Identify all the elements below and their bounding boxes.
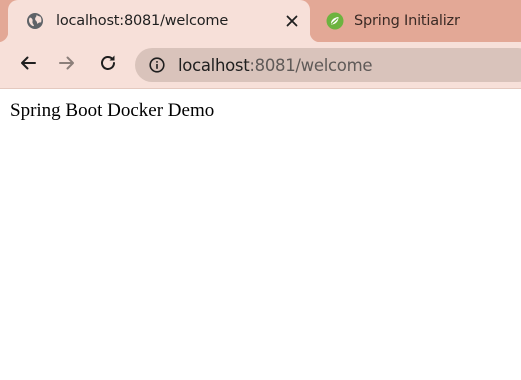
spring-leaf-icon (326, 12, 344, 30)
reload-icon (98, 53, 118, 78)
back-button[interactable] (14, 51, 42, 79)
tab-title: localhost:8081/welcome (56, 13, 229, 29)
close-tab-icon[interactable] (282, 11, 302, 31)
forward-button[interactable] (53, 51, 81, 79)
address-bar[interactable]: localhost:8081/welcome (135, 48, 521, 82)
globe-icon (26, 12, 44, 30)
tab-strip: localhost:8081/welcome Spring Initializr (0, 0, 521, 42)
back-arrow-icon (19, 54, 37, 77)
reload-button[interactable] (94, 51, 122, 79)
forward-arrow-icon (58, 54, 76, 77)
browser-toolbar: localhost:8081/welcome (0, 42, 521, 89)
page-content: Spring Boot Docker Demo (0, 89, 521, 380)
url-path: :8081/welcome (249, 55, 373, 75)
info-icon[interactable] (148, 56, 166, 74)
page-body-text: Spring Boot Docker Demo (10, 100, 215, 121)
tab-title: Spring Initializr (354, 13, 460, 29)
tab-spring-initializr[interactable]: Spring Initializr (318, 0, 521, 42)
tab-localhost-welcome[interactable]: localhost:8081/welcome (0, 0, 320, 42)
url-text[interactable]: localhost:8081/welcome (178, 55, 373, 75)
url-host: localhost (178, 55, 250, 75)
